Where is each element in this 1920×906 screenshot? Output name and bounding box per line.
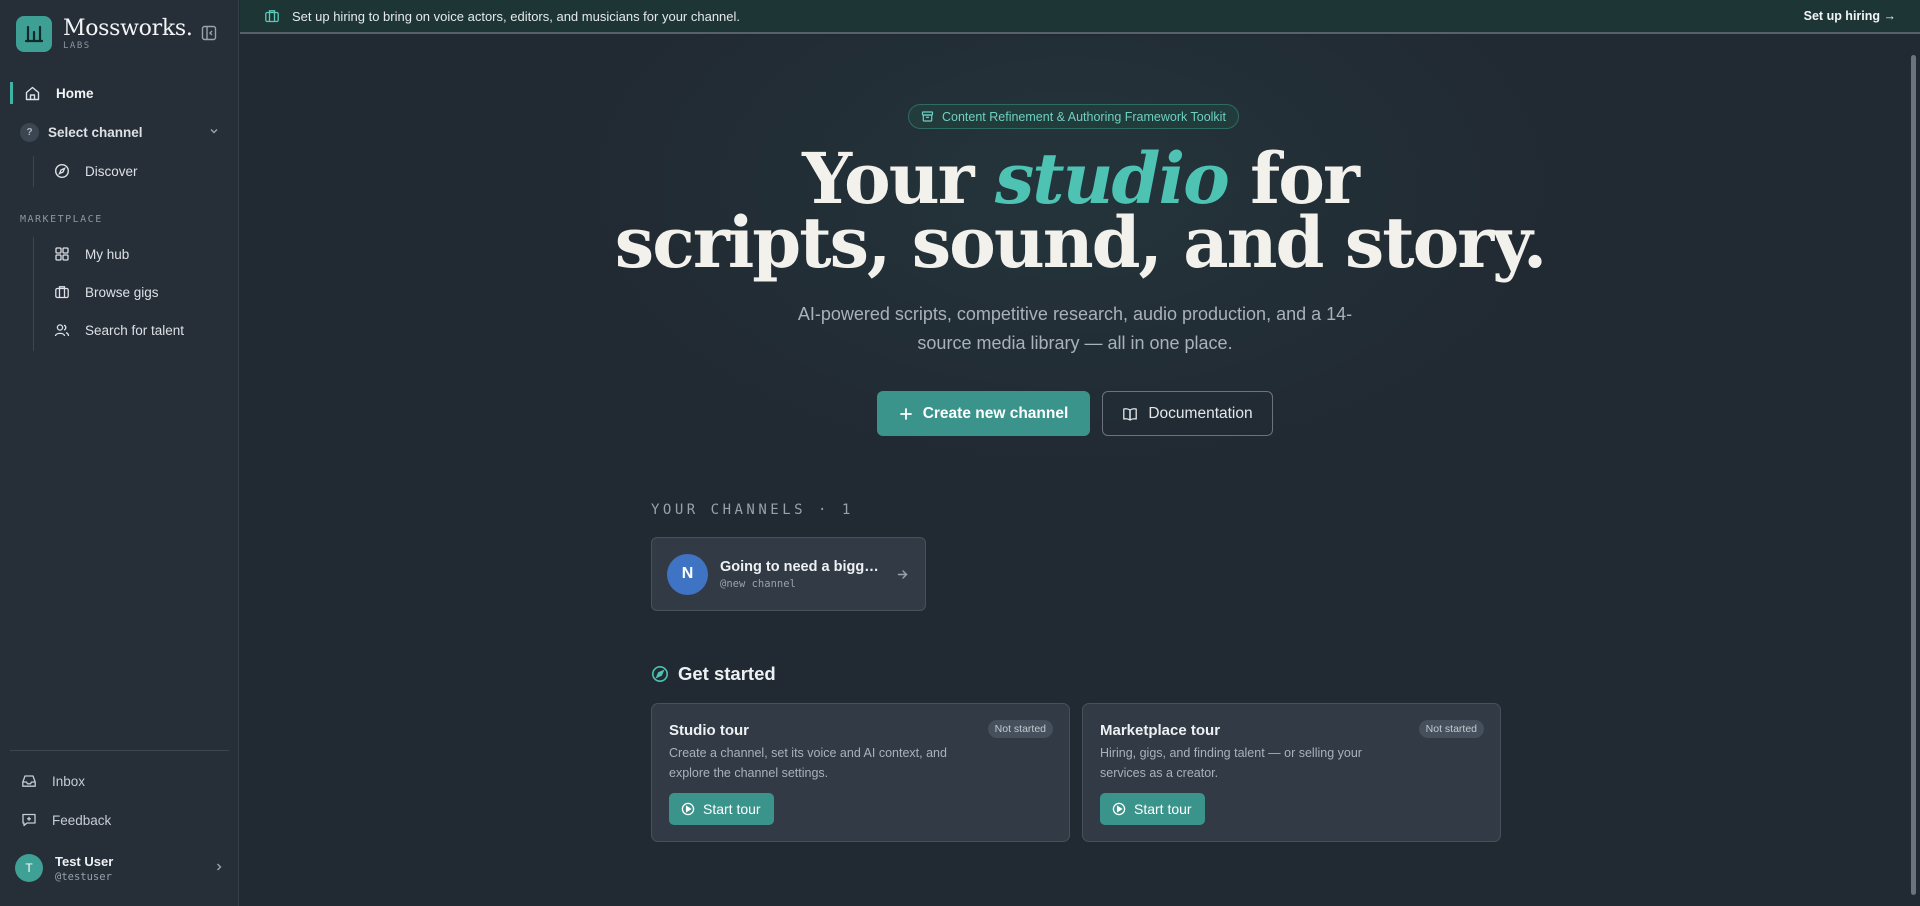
start-marketplace-tour-button[interactable]: Start tour	[1100, 793, 1205, 825]
button-label: Start tour	[703, 801, 761, 817]
sidebar-item-label: My hub	[85, 246, 130, 262]
user-name: Test User	[55, 853, 114, 869]
plus-icon	[899, 407, 912, 420]
create-channel-button[interactable]: Create new channel	[877, 391, 1090, 436]
sidebar-item-browse-gigs[interactable]: Browse gigs	[54, 282, 159, 302]
user-handle: @testuser	[55, 870, 112, 883]
briefcase-icon	[265, 10, 279, 23]
tour-title: Marketplace tour	[1100, 722, 1221, 739]
product-pill: Content Refinement & Authoring Framework…	[908, 104, 1239, 129]
section-label-marketplace: MARKETPLACE	[20, 214, 103, 225]
tour-description: Hiring, gigs, and finding talent — or se…	[1100, 746, 1362, 780]
scrollbar[interactable]	[1911, 55, 1916, 895]
avatar: T	[15, 854, 43, 882]
home-icon	[25, 86, 40, 100]
grid-icon	[55, 247, 69, 261]
play-circle-icon	[681, 802, 695, 816]
channel-select[interactable]: ? Select channel	[20, 122, 220, 142]
sidebar-item-label: Discover	[85, 163, 138, 179]
tour-title: Studio tour	[669, 722, 749, 739]
brand-logo-icon	[16, 16, 52, 52]
start-studio-tour-button[interactable]: Start tour	[669, 793, 774, 825]
brand-subtitle: LABS	[63, 40, 91, 51]
marketplace-tour-card: Marketplace tour Not started Hiring, gig…	[1082, 703, 1501, 842]
sidebar-item-label: Browse gigs	[85, 284, 159, 300]
users-icon	[54, 324, 70, 337]
status-badge: Not started	[1418, 720, 1484, 738]
hiring-banner: Set up hiring to bring on voice actors, …	[240, 0, 1920, 34]
tour-description: Create a channel, set its voice and AI c…	[669, 746, 947, 780]
arrow-right-icon	[897, 570, 908, 579]
setup-hiring-link[interactable]: Set up hiring →	[1804, 9, 1896, 23]
sidebar-item-home[interactable]: Home	[10, 82, 230, 104]
channel-placeholder-avatar: ?	[20, 122, 39, 142]
tree-line	[33, 237, 34, 351]
sidebar-item-discover[interactable]: Discover	[54, 161, 138, 181]
archive-icon	[921, 111, 934, 122]
sidebar-item-label: Inbox	[52, 773, 86, 789]
hero-title: Your studio for scripts, sound, and story…	[600, 144, 1560, 278]
sidebar: Mossworks. LABS Home ? Select channel Di…	[0, 0, 239, 906]
pill-label: Content Refinement & Authoring Framework…	[942, 109, 1226, 124]
chevron-down-icon	[210, 129, 218, 134]
compass-icon	[652, 666, 668, 682]
hero-title-line2: scripts, sound, and story.	[614, 201, 1547, 284]
tree-line	[33, 156, 34, 187]
book-icon	[1123, 407, 1138, 421]
sidebar-item-my-hub[interactable]: My hub	[54, 244, 129, 264]
get-started-label: Get started	[678, 663, 776, 684]
brand[interactable]: Mossworks. LABS	[16, 16, 193, 52]
channel-select-label: Select channel	[48, 124, 143, 140]
channel-card[interactable]: N Going to need a bigger ... @new channe…	[651, 537, 926, 611]
button-label: Start tour	[1134, 801, 1192, 817]
sidebar-item-inbox[interactable]: Inbox	[21, 771, 85, 791]
channels-heading: YOUR CHANNELS · 1	[651, 502, 854, 518]
sidebar-item-search-talent[interactable]: Search for talent	[54, 320, 184, 340]
compass-icon	[54, 163, 70, 179]
sidebar-item-label: Home	[56, 85, 94, 101]
play-circle-icon	[1112, 802, 1126, 816]
sidebar-divider	[10, 750, 229, 751]
get-started-heading: Get started	[651, 663, 776, 685]
chevron-right-icon	[217, 863, 222, 871]
sidebar-item-label: Feedback	[52, 812, 112, 828]
user-menu[interactable]: T Test User @testuser	[15, 850, 225, 886]
status-badge: Not started	[987, 720, 1053, 738]
button-label: Documentation	[1148, 404, 1253, 422]
sidebar-item-feedback[interactable]: Feedback	[21, 810, 111, 830]
channel-handle: @new channel	[720, 577, 796, 590]
channel-avatar: N	[667, 553, 708, 595]
button-label: Create new channel	[922, 404, 1069, 422]
banner-text: Set up hiring to bring on voice actors, …	[292, 8, 741, 24]
briefcase-icon	[55, 286, 69, 299]
inbox-icon	[22, 775, 36, 787]
feedback-icon	[22, 813, 36, 827]
collapse-sidebar-icon[interactable]	[200, 24, 218, 42]
hero-subtitle: AI-powered scripts, competitive research…	[797, 304, 1353, 353]
brand-name: Mossworks.	[63, 15, 193, 41]
studio-tour-card: Studio tour Not started Create a channel…	[651, 703, 1070, 842]
sidebar-item-label: Search for talent	[85, 322, 185, 338]
channel-name: Going to need a bigger ...	[720, 558, 886, 575]
documentation-button[interactable]: Documentation	[1102, 391, 1273, 436]
